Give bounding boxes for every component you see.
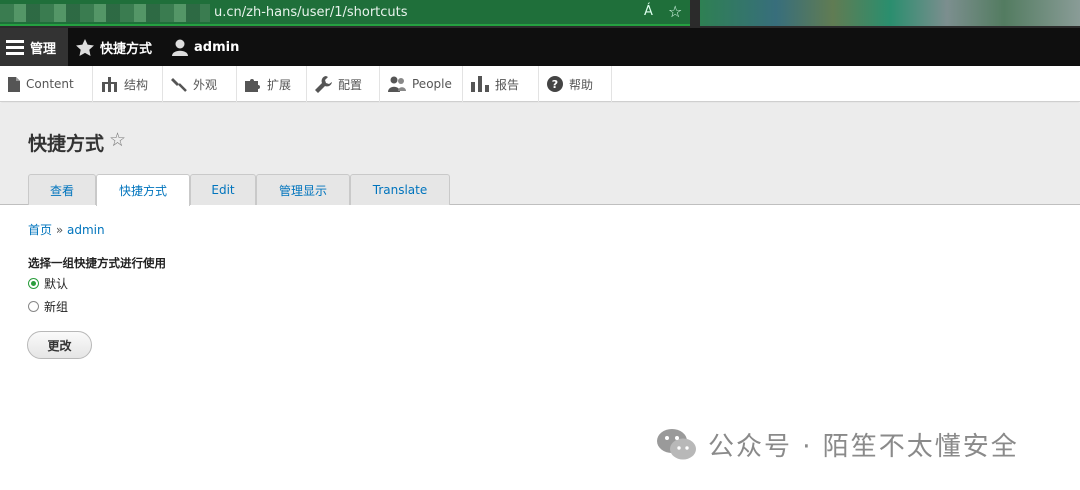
tray-item-configuration[interactable]: 配置 xyxy=(307,66,380,102)
menu-icon xyxy=(6,40,24,55)
toolbar-shortcuts-label: 快捷方式 xyxy=(100,41,153,57)
breadcrumb-admin-link[interactable]: admin xyxy=(67,223,105,237)
star-outline-icon[interactable]: ☆ xyxy=(668,2,682,21)
radio-label: 新组 xyxy=(44,300,69,314)
toolbar-user[interactable]: admin xyxy=(172,28,239,66)
tray-item-extend[interactable]: 扩展 xyxy=(237,66,307,102)
wechat-icon xyxy=(657,428,696,459)
url-blurred-segment xyxy=(0,4,210,22)
svg-text:?: ? xyxy=(552,78,558,91)
user-icon xyxy=(172,39,188,56)
radio-option-default[interactable]: 默认 xyxy=(28,275,68,292)
browser-extensions-blurred xyxy=(700,0,1080,26)
breadcrumb-separator: » xyxy=(55,223,64,237)
breadcrumb-home-link[interactable]: 首页 xyxy=(28,223,52,237)
bar-chart-icon xyxy=(471,76,489,92)
wrench-icon xyxy=(315,75,332,93)
tray-item-help[interactable]: ? 帮助 xyxy=(539,66,612,102)
watermark-text: 公众号 · 陌笙不太懂安全 xyxy=(708,432,1019,462)
address-bar[interactable]: u.cn/zh-hans/user/1/shortcuts Á ☆ xyxy=(0,0,690,26)
toolbar-shortcuts[interactable]: 快捷方式 xyxy=(76,28,152,66)
tray-item-appearance[interactable]: 外观 xyxy=(163,66,237,102)
page-icon xyxy=(8,76,20,92)
radio-button-checked[interactable] xyxy=(28,278,39,289)
add-shortcut-star-icon[interactable]: ☆ xyxy=(109,129,126,151)
tray-item-reports[interactable]: 报告 xyxy=(463,66,539,102)
tab-view[interactable]: 查看 xyxy=(28,174,96,205)
toolbar-manage[interactable]: 管理 xyxy=(0,28,68,66)
tab-manage-display[interactable]: 管理显示 xyxy=(256,174,350,205)
read-aloud-icon[interactable]: Á xyxy=(644,4,653,19)
sitemap-icon xyxy=(102,76,117,92)
tray-item-structure[interactable]: 结构 xyxy=(93,66,163,102)
tray-item-people[interactable]: People xyxy=(380,66,463,102)
toolbar-user-label: admin xyxy=(194,39,240,55)
toolbar-manage-label: 管理 xyxy=(30,41,57,57)
page-title: 快捷方式 xyxy=(28,133,105,155)
help-icon: ? xyxy=(547,76,563,92)
url-text[interactable]: u.cn/zh-hans/user/1/shortcuts xyxy=(214,5,408,20)
radio-label: 默认 xyxy=(44,277,69,291)
tab-shortcuts[interactable]: 快捷方式 xyxy=(96,174,190,206)
tray-item-content[interactable]: Content xyxy=(0,66,93,102)
tray-item-label: Content xyxy=(26,77,74,91)
tab-translate[interactable]: Translate xyxy=(350,174,450,205)
browser-bar: u.cn/zh-hans/user/1/shortcuts Á ☆ xyxy=(0,0,1080,28)
people-icon xyxy=(388,76,406,92)
page-header: 快捷方式 ☆ 查看 快捷方式 Edit 管理显示 Translate xyxy=(0,103,1080,206)
tray-item-label: People xyxy=(412,77,452,91)
brush-icon xyxy=(171,78,187,92)
shortcut-set-label: 选择一组快捷方式进行使用 xyxy=(28,256,166,270)
tab-edit[interactable]: Edit xyxy=(190,174,256,205)
change-button[interactable]: 更改 xyxy=(27,331,92,359)
tray-item-label: 外观 xyxy=(193,77,218,92)
tray-item-label: 配置 xyxy=(338,77,363,92)
star-icon xyxy=(76,38,94,56)
tray-item-label: 报告 xyxy=(495,77,520,92)
watermark: 公众号 · 陌笙不太懂安全 xyxy=(656,426,1019,463)
puzzle-icon xyxy=(245,79,260,92)
tray-item-label: 结构 xyxy=(124,77,149,92)
radio-option-new-set[interactable]: 新组 xyxy=(28,298,68,315)
tray-item-label: 扩展 xyxy=(267,77,292,92)
admin-tray: Content 结构 外观 扩展 配置 People 报告 ? 帮助 xyxy=(0,66,1080,102)
radio-button[interactable] xyxy=(28,301,39,312)
breadcrumb: 首页 » admin xyxy=(28,221,105,238)
tray-item-label: 帮助 xyxy=(569,77,594,92)
admin-toolbar: 管理 快捷方式 admin xyxy=(0,28,1080,66)
